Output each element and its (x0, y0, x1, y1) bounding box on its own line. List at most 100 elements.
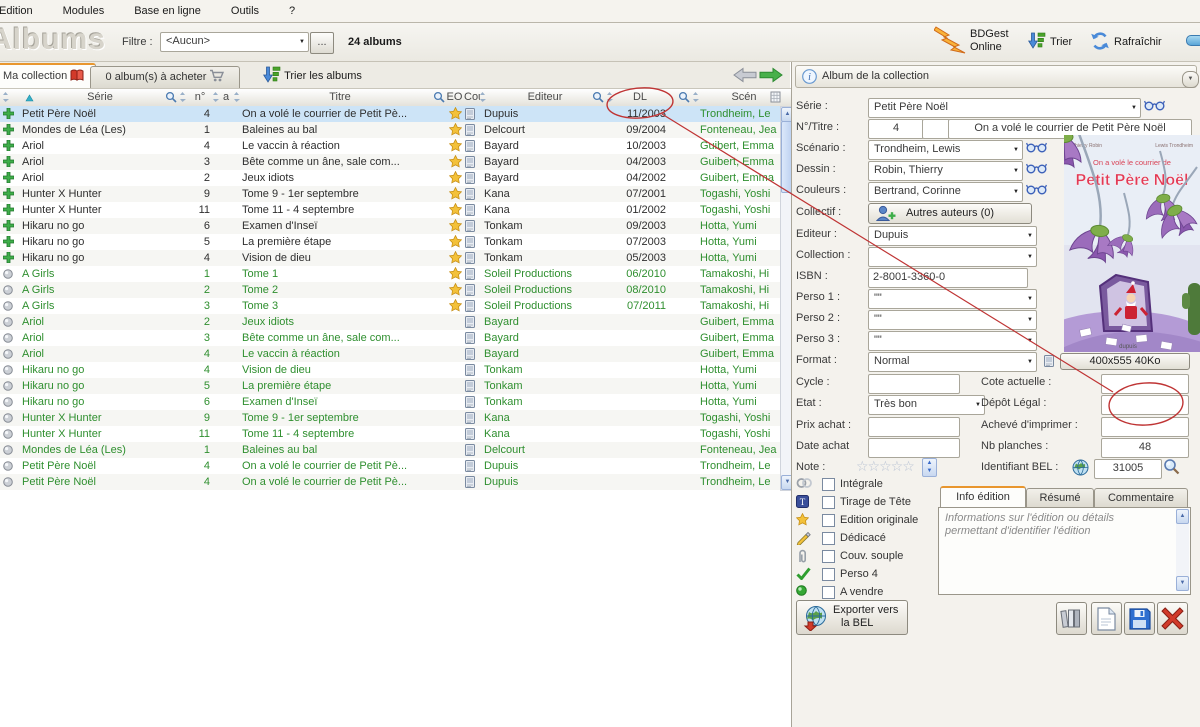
bdgest-online-icon[interactable] (934, 26, 966, 57)
menu-modules[interactable]: Modules (48, 0, 120, 22)
table-row[interactable]: Hikaru no go4Vision de dieuTonkam05/2003… (0, 250, 780, 266)
bdgest-online-button[interactable]: BDGestOnline (970, 28, 1009, 54)
isbn-field[interactable]: 2-8001-3360-0 (868, 268, 1028, 288)
column-header-titre[interactable]: Titre (260, 89, 420, 105)
numero-field[interactable]: 4 (868, 119, 924, 139)
dessin-dropdown[interactable]: Robin, Thierry▼ (868, 161, 1023, 181)
new-record-button[interactable] (1091, 602, 1122, 635)
tab-a-acheter[interactable]: 0 album(s) à acheter (90, 66, 240, 89)
identifiant-bel-field[interactable]: 31005 (1094, 459, 1162, 479)
cote-actuelle-field[interactable] (1101, 374, 1189, 394)
search-icon[interactable] (592, 91, 604, 106)
editeur-dropdown[interactable]: Dupuis▼ (868, 226, 1037, 246)
checkbox[interactable] (822, 550, 835, 563)
table-row[interactable]: Petit Père Noël4On a volé le courrier de… (0, 474, 780, 490)
table-row[interactable]: Ariol4Le vaccin à réactionBayard10/2003G… (0, 138, 780, 154)
menu-outils[interactable]: Outils (216, 0, 274, 22)
acheve-imprimer-field[interactable] (1101, 417, 1189, 437)
column-header-serie[interactable]: Série (40, 89, 160, 105)
format-dropdown[interactable]: Normal▼ (868, 352, 1037, 372)
browse-scenario-icon[interactable] (1026, 141, 1047, 156)
scroll-down-icon[interactable]: ▼ (1176, 576, 1189, 591)
perso3-dropdown[interactable]: ""▼ (868, 331, 1037, 351)
column-header-scenariste[interactable]: Scén (720, 89, 768, 105)
etat-dropdown[interactable]: Très bon▼ (868, 395, 985, 415)
table-row[interactable]: Hikaru no go5La première étapeTonkam07/2… (0, 234, 780, 250)
info-edition-textarea[interactable]: Informations sur l'édition ou détailsper… (938, 507, 1191, 595)
tab-info-edition[interactable]: Info édition (940, 486, 1026, 509)
search-icon[interactable] (433, 91, 445, 106)
column-chooser-icon[interactable] (770, 91, 781, 106)
export-bel-button[interactable]: Exporter versla BEL (796, 600, 908, 635)
table-row[interactable]: Ariol2Jeux idiotsBayard04/2002Guibert, E… (0, 170, 780, 186)
scenario-dropdown[interactable]: Trondheim, Lewis▼ (868, 140, 1023, 160)
table-row[interactable]: A Girls2Tome 2Soleil Productions08/2010T… (0, 282, 780, 298)
cycle-field[interactable] (868, 374, 960, 394)
table-row[interactable]: Hunter X Hunter9Tome 9 - 1er septembreKa… (0, 186, 780, 202)
bel-search-icon[interactable] (1163, 458, 1180, 478)
album-cover-image[interactable]: Thierry Robin Lewis Trondheim On a volé … (1064, 135, 1200, 352)
sort-caret-icon[interactable] (606, 91, 613, 106)
table-row[interactable]: Ariol3Bête comme un âne, sale com...Baya… (0, 330, 780, 346)
date-achat-field[interactable] (868, 438, 960, 458)
sort-icon[interactable] (1028, 32, 1046, 52)
table-row[interactable]: Hikaru no go5La première étapeTonkamHott… (0, 378, 780, 394)
filter-dropdown[interactable]: <Aucun>▼ (160, 32, 309, 52)
column-header-eo[interactable]: EO (446, 89, 463, 105)
nb-planches-field[interactable]: 48 (1101, 438, 1189, 458)
filter-more-button[interactable]: ... (310, 32, 334, 54)
checkbox[interactable] (822, 478, 835, 491)
sort-caret-icon[interactable] (179, 91, 186, 106)
checkbox[interactable] (822, 514, 835, 527)
depot-legal-field[interactable] (1101, 395, 1189, 415)
note-spinner[interactable]: ▲▼ (922, 458, 937, 477)
trier-les-albums-button[interactable]: Trier les albums (263, 66, 362, 86)
table-row[interactable]: Ariol3Bête comme un âne, sale com...Baya… (0, 154, 780, 170)
checkbox[interactable] (822, 496, 835, 509)
column-header-dl[interactable]: DL (618, 89, 662, 105)
checkbox[interactable] (822, 586, 835, 599)
column-header-editeur[interactable]: Editeur (500, 89, 590, 105)
table-row[interactable]: Hunter X Hunter9Tome 9 - 1er septembreKa… (0, 410, 780, 426)
refresh-button[interactable]: Rafraîchir (1114, 36, 1162, 48)
serie-dropdown[interactable]: Petit Père Noël▼ (868, 98, 1141, 118)
table-row[interactable]: A Girls3Tome 3Soleil Productions07/2011T… (0, 298, 780, 314)
table-row[interactable]: Hikaru no go6Examen d'InseïTonkam09/2003… (0, 218, 780, 234)
previous-arrow-icon[interactable] (733, 67, 757, 86)
table-row[interactable]: Hunter X Hunter11Tome 11 - 4 septembreKa… (0, 426, 780, 442)
tab-ma-collection[interactable]: Ma collection (0, 63, 96, 90)
table-row[interactable]: Ariol2Jeux idiotsBayardGuibert, Emma (0, 314, 780, 330)
browse-couleurs-icon[interactable] (1026, 183, 1047, 198)
column-header-couverture[interactable]: Cou (464, 89, 480, 105)
image-size-button[interactable]: 400x555 40Ko (1060, 353, 1190, 370)
collection-dropdown[interactable]: ▼ (868, 247, 1037, 267)
autres-auteurs-button[interactable]: Autres auteurs (0) (868, 203, 1032, 224)
table-row[interactable]: Hikaru no go6Examen d'InseïTonkamHotta, … (0, 394, 780, 410)
bel-web-icon[interactable] (1072, 459, 1089, 479)
browse-series-icon[interactable] (1144, 99, 1165, 114)
table-row[interactable]: Hikaru no go4Vision de dieuTonkamHotta, … (0, 362, 780, 378)
table-row[interactable]: Ariol4Le vaccin à réactionBayardGuibert,… (0, 346, 780, 362)
couleurs-dropdown[interactable]: Bertrand, Corinne▼ (868, 182, 1023, 202)
search-icon[interactable] (678, 91, 690, 106)
menu-help[interactable]: ? (274, 0, 310, 22)
table-row[interactable]: Petit Père Noël4On a volé le courrier de… (0, 458, 780, 474)
textarea-scrollbar[interactable]: ▲ ▼ (1176, 509, 1189, 591)
save-button[interactable] (1124, 602, 1155, 635)
collapse-panel-button[interactable]: ▼ (1182, 71, 1199, 88)
checkbox[interactable] (822, 568, 835, 581)
table-row[interactable]: Mondes de Léa (Les)1Baleines au balDelco… (0, 442, 780, 458)
albums-stack-button[interactable] (1056, 602, 1087, 635)
sort-caret-icon[interactable] (2, 91, 9, 106)
refresh-icon[interactable] (1090, 32, 1110, 53)
next-arrow-icon[interactable] (759, 67, 783, 86)
sort-caret-icon[interactable] (479, 91, 486, 106)
sort-caret-icon[interactable] (692, 91, 699, 106)
menu-edition[interactable]: Edition (0, 0, 48, 22)
table-row[interactable]: Hunter X Hunter11Tome 11 - 4 septembreKa… (0, 202, 780, 218)
note-stars-rating[interactable]: ☆☆☆☆☆ (856, 458, 914, 475)
table-row[interactable]: A Girls1Tome 1Soleil Productions06/2010T… (0, 266, 780, 282)
browse-dessin-icon[interactable] (1026, 162, 1047, 177)
column-header-numero[interactable]: n° (188, 89, 212, 105)
sort-caret-icon[interactable] (233, 91, 240, 106)
